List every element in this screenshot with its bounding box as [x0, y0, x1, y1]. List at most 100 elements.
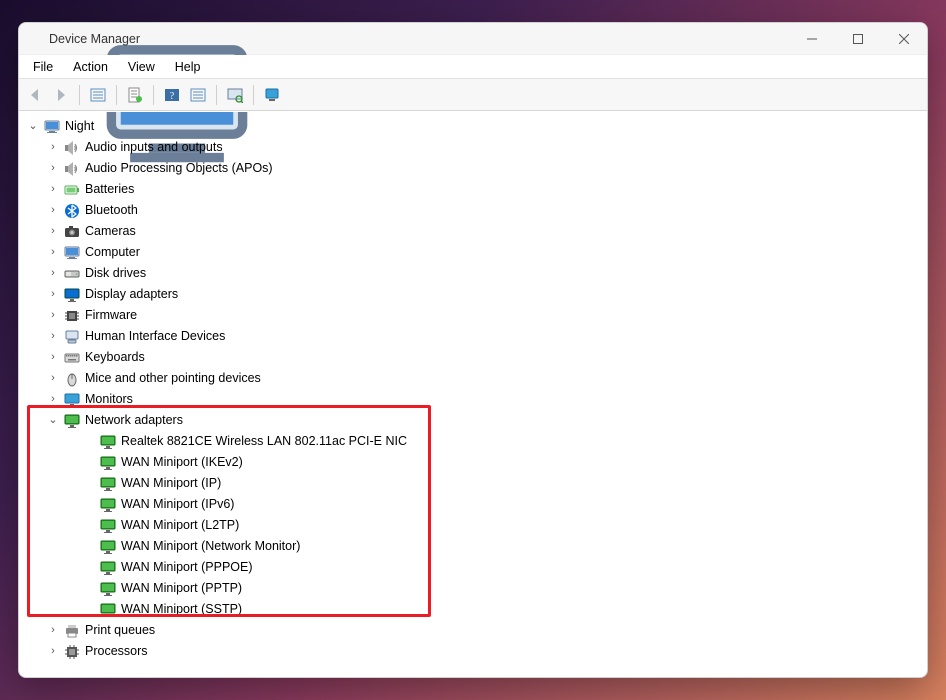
tree-item-wan-miniport-pppoe[interactable]: ›WAN Miniport (PPPOE) — [25, 557, 927, 578]
title-bar[interactable]: Device Manager — [19, 23, 927, 55]
tree-item-audio-processing-objects-apos[interactable]: › Audio Processing Objects (APOs) — [25, 158, 927, 179]
scan-icon — [227, 87, 243, 103]
menu-file[interactable]: File — [23, 57, 63, 77]
tree-item-network-adapters[interactable]: ⌄ Network adapters — [25, 410, 927, 431]
chevron-right-icon[interactable]: › — [47, 326, 59, 347]
chevron-right-icon[interactable]: › — [47, 389, 59, 410]
chevron-right-icon[interactable]: › — [47, 641, 59, 662]
show-hide-console-tree-button[interactable] — [86, 83, 110, 107]
tree-item-wan-miniport-sstp[interactable]: ›WAN Miniport (SSTP) — [25, 599, 927, 620]
tree-item-label: Audio inputs and outputs — [85, 137, 223, 158]
toolbar-separator — [116, 85, 117, 105]
tree-item-root[interactable]: ⌄ Night — [25, 116, 927, 137]
menu-action[interactable]: Action — [63, 57, 118, 77]
tree-item-firmware[interactable]: › Firmware — [25, 305, 927, 326]
tree-item-computer[interactable]: ›Computer — [25, 242, 927, 263]
tree-item-cameras[interactable]: › Cameras — [25, 221, 927, 242]
help-button[interactable] — [160, 83, 184, 107]
chevron-right-icon[interactable]: › — [47, 263, 59, 284]
minimize-button[interactable] — [789, 23, 835, 55]
display-adapters-icon — [63, 286, 81, 304]
tree-item-label: Network adapters — [85, 410, 183, 431]
wan-miniport-ikev2-icon — [99, 454, 117, 472]
processors-icon — [63, 643, 81, 661]
chevron-right-icon[interactable]: › — [47, 137, 59, 158]
realtek-8821ce-wireless-lan-802-11ac-pci-e-nic-icon — [99, 433, 117, 451]
chevron-right-icon[interactable]: › — [47, 284, 59, 305]
audio-processing-objects-apos-icon — [63, 160, 81, 178]
tree-item-wan-miniport-ikev2[interactable]: ›WAN Miniport (IKEv2) — [25, 452, 927, 473]
tree-item-monitors[interactable]: ›Monitors — [25, 389, 927, 410]
tree-item-label: WAN Miniport (Network Monitor) — [121, 536, 300, 557]
tree-item-mice-and-other-pointing-devices[interactable]: ›Mice and other pointing devices — [25, 368, 927, 389]
tree-item-human-interface-devices[interactable]: ›Human Interface Devices — [25, 326, 927, 347]
tree-item-label: Night — [65, 116, 94, 137]
tree-item-batteries[interactable]: ›Batteries — [25, 179, 927, 200]
chevron-right-icon[interactable]: › — [47, 305, 59, 326]
app-icon — [27, 31, 43, 47]
chevron-right-icon[interactable]: › — [47, 158, 59, 179]
forward-button[interactable] — [49, 83, 73, 107]
action-pane-button[interactable] — [186, 83, 210, 107]
chevron-right-icon[interactable]: › — [47, 200, 59, 221]
tree-item-label: Bluetooth — [85, 200, 138, 221]
tree-item-wan-miniport-network-monitor[interactable]: ›WAN Miniport (Network Monitor) — [25, 536, 927, 557]
maximize-button[interactable] — [835, 23, 881, 55]
chevron-right-icon[interactable]: › — [47, 242, 59, 263]
tree-item-wan-miniport-l2tp[interactable]: ›WAN Miniport (L2TP) — [25, 515, 927, 536]
tree-item-label: Cameras — [85, 221, 136, 242]
audio-inputs-and-outputs-icon — [63, 139, 81, 157]
tree-item-wan-miniport-pptp[interactable]: ›WAN Miniport (PPTP) — [25, 578, 927, 599]
root-icon — [43, 118, 61, 136]
chevron-right-icon[interactable]: › — [47, 221, 59, 242]
device-tree[interactable]: ⌄ Night › Audio inputs and outputs › Audio Pr… — [19, 112, 927, 677]
chevron-right-icon[interactable]: › — [47, 368, 59, 389]
chevron-right-icon[interactable]: › — [47, 347, 59, 368]
chevron-right-icon[interactable]: › — [47, 620, 59, 641]
properties-button[interactable] — [123, 83, 147, 107]
forward-icon — [53, 87, 69, 103]
tree-item-label: Print queues — [85, 620, 155, 641]
menu-view[interactable]: View — [118, 57, 165, 77]
tree-item-wan-miniport-ipv6[interactable]: ›WAN Miniport (IPv6) — [25, 494, 927, 515]
window-title: Device Manager — [49, 32, 140, 46]
mice-and-other-pointing-devices-icon — [63, 370, 81, 388]
tree-item-bluetooth[interactable]: › Bluetooth — [25, 200, 927, 221]
tree-item-label: WAN Miniport (L2TP) — [121, 515, 239, 536]
chevron-down-icon[interactable]: ⌄ — [47, 410, 59, 431]
list-icon — [90, 87, 106, 103]
tree-item-label: Keyboards — [85, 347, 145, 368]
tree-item-audio-inputs-and-outputs[interactable]: › Audio inputs and outputs — [25, 137, 927, 158]
tree-item-label: WAN Miniport (IP) — [121, 473, 221, 494]
human-interface-devices-icon — [63, 328, 81, 346]
computer-icon — [63, 244, 81, 262]
print-queues-icon — [63, 622, 81, 640]
tree-item-display-adapters[interactable]: › Display adapters — [25, 284, 927, 305]
chevron-down-icon[interactable]: ⌄ — [27, 116, 39, 137]
back-icon — [27, 87, 43, 103]
tree-item-wan-miniport-ip[interactable]: ›WAN Miniport (IP) — [25, 473, 927, 494]
tree-item-label: Display adapters — [85, 284, 178, 305]
tree-item-keyboards[interactable]: › Keyboards — [25, 347, 927, 368]
tree-item-processors[interactable]: ›Processors — [25, 641, 927, 662]
wan-miniport-sstp-icon — [99, 601, 117, 619]
keyboards-icon — [63, 349, 81, 367]
tree-item-label: Audio Processing Objects (APOs) — [85, 158, 273, 179]
tree-item-label: WAN Miniport (IPv6) — [121, 494, 234, 515]
back-button[interactable] — [23, 83, 47, 107]
close-button[interactable] — [881, 23, 927, 55]
tree-item-label: Firmware — [85, 305, 137, 326]
add-legacy-hardware-button[interactable] — [260, 83, 284, 107]
tree-item-label: WAN Miniport (PPPOE) — [121, 557, 253, 578]
tree-item-realtek-8821ce-wireless-lan-802-11ac-pci-e-nic[interactable]: ›Realtek 8821CE Wireless LAN 802.11ac PC… — [25, 431, 927, 452]
network-adapters-icon — [63, 412, 81, 430]
device-icon — [264, 87, 280, 103]
bluetooth-icon — [63, 202, 81, 220]
tree-item-disk-drives[interactable]: ›Disk drives — [25, 263, 927, 284]
disk-drives-icon — [63, 265, 81, 283]
scan-hardware-button[interactable] — [223, 83, 247, 107]
chevron-right-icon[interactable]: › — [47, 179, 59, 200]
tree-item-print-queues[interactable]: › Print queues — [25, 620, 927, 641]
menu-help[interactable]: Help — [165, 57, 211, 77]
firmware-icon — [63, 307, 81, 325]
